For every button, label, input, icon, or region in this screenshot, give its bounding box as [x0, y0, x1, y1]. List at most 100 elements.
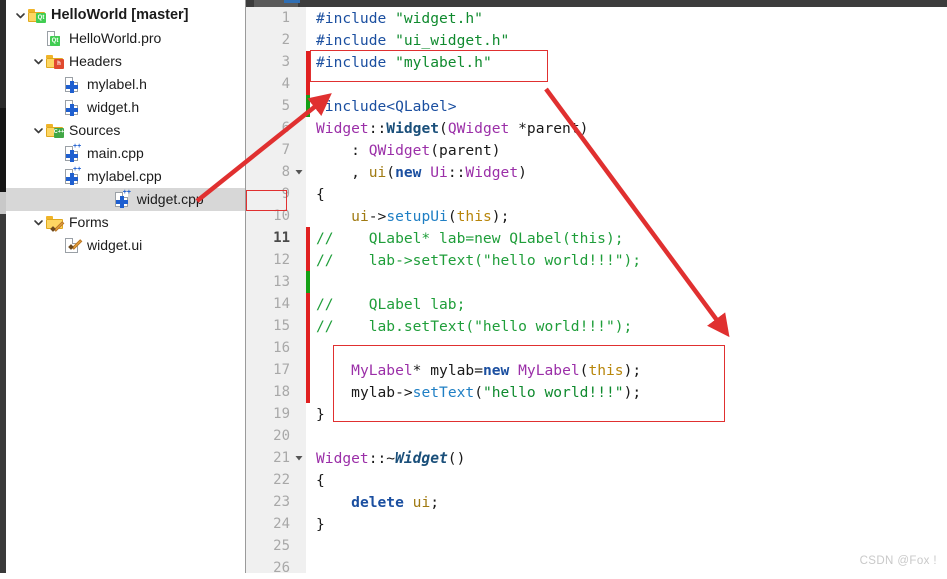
code-text: #include "ui_widget.h" [316, 31, 510, 49]
splitter-handle[interactable] [0, 192, 6, 214]
chevron-down-icon[interactable] [12, 4, 28, 27]
tree-item-mylabel-h[interactable]: mylabel.h [6, 73, 245, 96]
line-number: 18 [273, 384, 290, 400]
code-text: #include "widget.h" [316, 9, 483, 27]
tree-item-widget-cpp[interactable]: ++ widget.cpp [6, 188, 287, 211]
qt-creator-window: Qt HelloWorld [master] Qt HelloWorld.pro h He… [0, 0, 947, 577]
code-line[interactable]: 8 , ui(new Ui::Widget) [246, 161, 947, 183]
line-number: 8 [281, 164, 290, 180]
code-line[interactable]: 25 [246, 535, 947, 557]
folder-badge: C++ [54, 128, 64, 138]
code-line[interactable]: 2 #include "ui_widget.h" [246, 29, 947, 51]
code-text: mylab->setText("hello world!!!"); [351, 383, 642, 401]
tree-item-main-cpp[interactable]: ++ main.cpp [6, 142, 245, 165]
change-marker-red [306, 381, 310, 403]
folder-icon: C++ [46, 124, 64, 138]
file-cpp-icon: ++ [64, 165, 82, 188]
tree-item-headers[interactable]: h Headers [6, 50, 245, 73]
chevron-down-icon[interactable] [30, 50, 46, 73]
tree-item-label: Sources [69, 122, 121, 138]
folder-qt-icon: Qt [28, 4, 46, 27]
tree-item-label: widget.h [87, 99, 140, 115]
code-line[interactable]: 18 mylab->setText("hello world!!!"); [246, 381, 947, 403]
tree-item-helloworld-pro[interactable]: Qt HelloWorld.pro [6, 27, 245, 50]
change-marker-red [306, 227, 310, 249]
tab-accent-bar [284, 0, 300, 3]
folder-badge: Qt [36, 13, 46, 23]
tree-item-label: Headers [69, 53, 122, 69]
change-marker-red [306, 293, 310, 315]
line-number: 2 [281, 32, 290, 48]
code-line[interactable]: 4 [246, 73, 947, 95]
code-line[interactable]: 17 MyLabel* mylab=new MyLabel(this); [246, 359, 947, 381]
line-number: 6 [281, 120, 290, 136]
code-line[interactable]: 10 ui->setupUi(this); [246, 205, 947, 227]
fold-toggle-icon[interactable] [292, 167, 306, 177]
project-tree[interactable]: Qt HelloWorld [master] Qt HelloWorld.pro h He… [6, 0, 287, 257]
tree-item-mylabel-cpp[interactable]: ++ mylabel.cpp [6, 165, 245, 188]
code-text: { [316, 185, 325, 203]
file-header-icon [64, 73, 82, 96]
code-text: Widget::Widget(QWidget *parent) [316, 119, 589, 137]
tree-item-label: widget.ui [87, 237, 143, 253]
code-line[interactable]: 1 #include "widget.h" [246, 7, 947, 29]
line-number: 26 [273, 560, 290, 576]
window-left-edge [0, 0, 6, 573]
code-lines[interactable]: 1 #include "widget.h" 2 #include "ui_widget… [246, 7, 947, 577]
code-line[interactable]: 3 #include "mylabel.h" [246, 51, 947, 73]
pencil-icon [50, 218, 65, 232]
line-number: 25 [273, 538, 290, 554]
tree-item-widget-h[interactable]: widget.h [6, 96, 245, 119]
code-line[interactable]: 19} [246, 403, 947, 425]
tree-item-helloworld-master[interactable]: Qt HelloWorld [master] [6, 4, 245, 27]
code-line[interactable]: 26 [246, 557, 947, 579]
chevron-down-icon[interactable] [30, 211, 46, 234]
line-number: 21 [273, 450, 290, 466]
code-text: } [316, 405, 325, 423]
cpp-mark: ++ [73, 166, 82, 173]
tree-item-widget-ui[interactable]: widget.ui [6, 234, 245, 257]
code-line[interactable]: 22 { [246, 469, 947, 491]
file-ui-icon [64, 234, 83, 257]
code-line[interactable]: 15 // lab.setText("hello world!!!"); [246, 315, 947, 337]
chevron-down-icon[interactable] [30, 119, 46, 142]
line-number: 3 [281, 54, 290, 70]
line-number: 15 [273, 318, 290, 334]
change-marker-red [306, 73, 310, 95]
file-cpp-icon: ++ [64, 142, 82, 165]
tree-item-forms[interactable]: Forms [6, 211, 245, 234]
code-line[interactable]: 23 delete ui; [246, 491, 947, 513]
change-marker-red [306, 337, 310, 359]
tree-item-sources[interactable]: C++ Sources [6, 119, 245, 142]
code-line[interactable]: 7 : QWidget(parent) [246, 139, 947, 161]
code-line[interactable]: 24} [246, 513, 947, 535]
tree-item-label: main.cpp [87, 145, 144, 161]
code-line[interactable]: 13 [246, 271, 947, 293]
code-line[interactable]: 9{ [246, 183, 947, 205]
file-header-icon [64, 96, 82, 119]
line-number: 17 [273, 362, 290, 378]
line-number: 9 [281, 186, 290, 202]
code-text: { [316, 471, 325, 489]
code-line[interactable]: 5 #include<QLabel> [246, 95, 947, 117]
code-text: ui->setupUi(this); [351, 207, 510, 225]
code-line[interactable]: 11 // QLabel* lab=new QLabel(this); [246, 227, 947, 249]
plus-icon [66, 104, 78, 116]
code-editor[interactable]: 1 #include "widget.h" 2 #include "ui_widget… [246, 0, 947, 577]
project-tree-panel: Qt HelloWorld [master] Qt HelloWorld.pro h He… [0, 0, 287, 573]
code-text: : QWidget(parent) [316, 141, 501, 159]
code-line[interactable]: 14 // QLabel lab; [246, 293, 947, 315]
code-line[interactable]: 6 Widget::Widget(QWidget *parent) [246, 117, 947, 139]
code-line[interactable]: 20 [246, 425, 947, 447]
code-line[interactable]: 12 // lab->setText("hello world!!!"); [246, 249, 947, 271]
plus-icon [66, 173, 78, 185]
code-text: #include<QLabel> [316, 97, 457, 115]
code-line[interactable]: 16 [246, 337, 947, 359]
change-marker-green [306, 95, 310, 117]
code-line[interactable]: 21 Widget::~Widget() [246, 447, 947, 469]
tree-item-label: Forms [69, 214, 109, 230]
fold-toggle-icon[interactable] [292, 453, 306, 463]
